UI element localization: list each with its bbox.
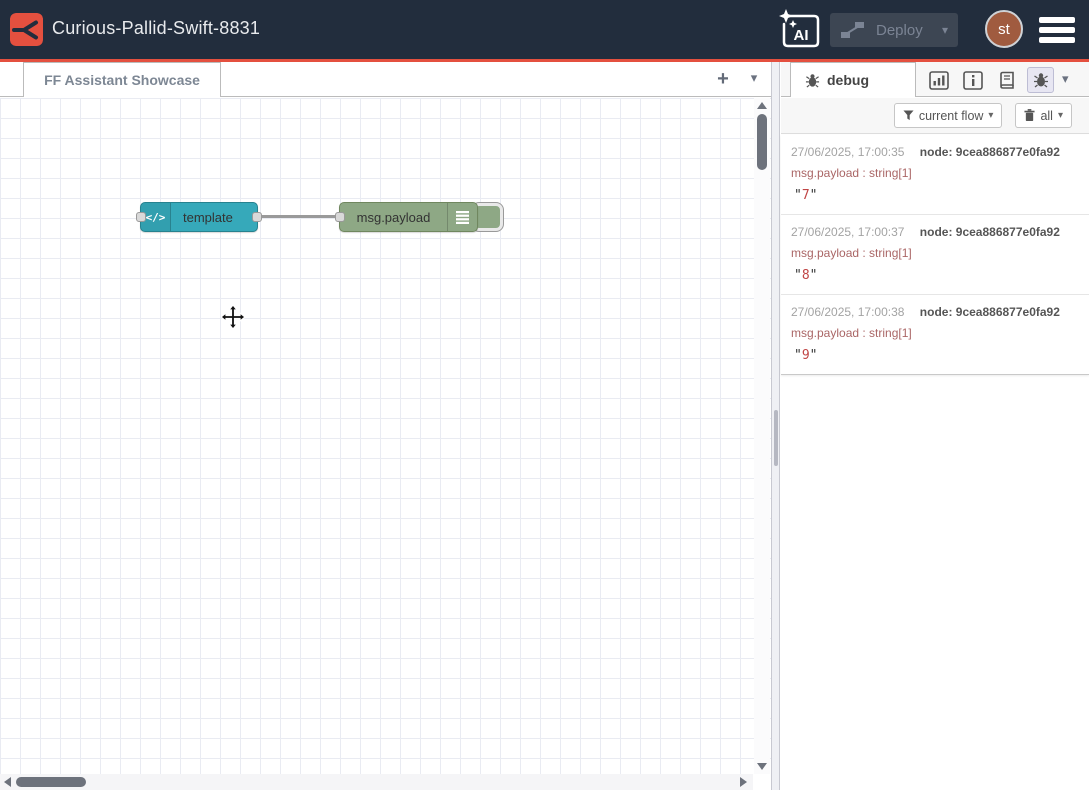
- message-property-type[interactable]: msg.payload : string[1]: [791, 326, 1079, 340]
- message-timestamp: 27/06/2025, 17:00:37: [791, 225, 904, 239]
- header: Curious-Pallid-Swift-8831 AI Deploy ▾ st: [0, 0, 1089, 59]
- sidebar-separator[interactable]: [771, 62, 780, 790]
- message-node-id: node: 9cea886877e0fa92: [920, 145, 1060, 159]
- template-node[interactable]: </> template: [140, 202, 258, 232]
- flow-canvas[interactable]: </> template msg.payload: [0, 98, 771, 774]
- flow-tab-bar: FF Assistant Showcase + ▾: [0, 62, 771, 97]
- menu-bar: [1039, 37, 1075, 43]
- deploy-button[interactable]: Deploy ▾: [830, 13, 958, 47]
- sparkle-icon: [779, 9, 793, 23]
- debug-clear-button[interactable]: all ▾: [1015, 103, 1072, 128]
- message-value[interactable]: "7": [791, 188, 1079, 203]
- message-timestamp: 27/06/2025, 17:00:35: [791, 145, 904, 159]
- debug-lines-icon: [447, 203, 477, 231]
- node-red-window: Curious-Pallid-Swift-8831 AI Deploy ▾ st: [0, 0, 1089, 790]
- add-flow-button[interactable]: +: [712, 68, 734, 90]
- debug-tab-label: debug: [827, 72, 869, 88]
- message-timestamp: 27/06/2025, 17:00:38: [791, 305, 904, 319]
- main-menu-button[interactable]: [1039, 17, 1075, 43]
- filter-label: current flow: [919, 109, 984, 123]
- sidebar-tabs-caret-icon[interactable]: ▾: [1062, 71, 1069, 87]
- horizontal-scroll-thumb[interactable]: [16, 777, 86, 787]
- canvas-horizontal-scrollbar[interactable]: [0, 774, 753, 790]
- message-node-id: node: 9cea886877e0fa92: [920, 225, 1060, 239]
- bug-icon: [1033, 72, 1049, 88]
- workspace-title: Curious-Pallid-Swift-8831: [52, 18, 260, 39]
- tab-help[interactable]: [993, 67, 1020, 93]
- tab-debug-icon[interactable]: [1027, 67, 1054, 93]
- vertical-scroll-thumb[interactable]: [757, 114, 767, 170]
- debug-message[interactable]: 27/06/2025, 17:00:35 node: 9cea886877e0f…: [781, 135, 1089, 215]
- deploy-nodes-icon: [840, 22, 866, 38]
- message-node-id: node: 9cea886877e0fa92: [920, 305, 1060, 319]
- message-value[interactable]: "8": [791, 268, 1079, 283]
- filter-funnel-icon: [903, 110, 914, 121]
- move-cursor-icon: [221, 304, 245, 330]
- tab-dashboard[interactable]: [925, 67, 952, 93]
- message-value[interactable]: "9": [791, 348, 1079, 363]
- debug-toolbar: current flow ▾ all ▾: [781, 98, 1089, 134]
- template-output-port[interactable]: [252, 212, 262, 222]
- trash-icon: [1024, 109, 1035, 122]
- template-node-label: template: [171, 210, 233, 225]
- book-icon: [997, 71, 1017, 90]
- menu-bar: [1039, 17, 1075, 23]
- menu-bar: [1039, 27, 1075, 33]
- message-property-type[interactable]: msg.payload : string[1]: [791, 246, 1079, 260]
- bug-icon: [805, 73, 820, 88]
- user-avatar[interactable]: st: [985, 10, 1023, 48]
- info-icon: [963, 71, 983, 90]
- scroll-right-arrow-icon[interactable]: [740, 777, 747, 787]
- debug-filter-button[interactable]: current flow ▾: [894, 103, 1003, 128]
- debug-sidebar: debug: [781, 62, 1089, 790]
- flow-tab-active[interactable]: FF Assistant Showcase: [23, 62, 221, 97]
- scroll-down-arrow-icon[interactable]: [757, 763, 767, 770]
- debug-message[interactable]: 27/06/2025, 17:00:37 node: 9cea886877e0f…: [781, 215, 1089, 295]
- message-property-type[interactable]: msg.payload : string[1]: [791, 166, 1079, 180]
- canvas-vertical-scrollbar[interactable]: [754, 98, 770, 774]
- debug-node-label: msg.payload: [340, 210, 447, 225]
- bar-chart-icon: [929, 71, 949, 90]
- flowfuse-logo-icon: [10, 13, 43, 46]
- sidebar-tab-bar: debug: [781, 62, 1089, 97]
- scroll-left-arrow-icon[interactable]: [4, 777, 11, 787]
- tab-info[interactable]: [959, 67, 986, 93]
- workspace: FF Assistant Showcase + ▾ </> template m…: [0, 62, 771, 790]
- clear-caret-icon: ▾: [1058, 110, 1063, 121]
- separator-grip[interactable]: [774, 410, 778, 466]
- tab-debug[interactable]: debug: [790, 62, 916, 97]
- flow-list-caret-icon[interactable]: ▾: [744, 70, 764, 90]
- scroll-up-arrow-icon[interactable]: [757, 102, 767, 109]
- template-input-port[interactable]: [136, 212, 146, 222]
- debug-message[interactable]: 27/06/2025, 17:00:38 node: 9cea886877e0f…: [781, 295, 1089, 374]
- debug-node[interactable]: msg.payload: [339, 202, 478, 232]
- debug-message-list: 27/06/2025, 17:00:35 node: 9cea886877e0f…: [781, 135, 1089, 375]
- node-wire[interactable]: [254, 215, 344, 218]
- clear-scope-label: all: [1040, 109, 1053, 123]
- deploy-label: Deploy: [876, 22, 923, 39]
- svg-text:AI: AI: [794, 27, 809, 44]
- filter-caret-icon: ▾: [988, 110, 993, 121]
- deploy-options-caret-icon[interactable]: ▾: [932, 23, 948, 37]
- ai-assistant-button[interactable]: AI: [776, 8, 824, 54]
- debug-input-port[interactable]: [335, 212, 345, 222]
